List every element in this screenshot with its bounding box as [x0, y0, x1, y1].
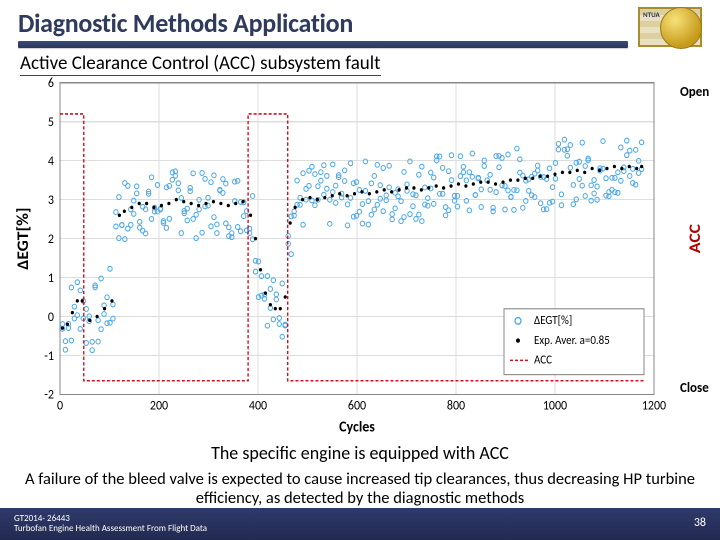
svg-text:5: 5 — [48, 115, 54, 131]
svg-text:600: 600 — [348, 398, 367, 414]
svg-text:ACC: ACC — [534, 353, 552, 368]
svg-text:1200: 1200 — [642, 398, 667, 414]
svg-text:ΔEGT[%]: ΔEGT[%] — [534, 314, 572, 329]
svg-text:200: 200 — [150, 398, 169, 414]
footer-line2: Turbofan Engine Health Assessment From F… — [14, 524, 694, 534]
svg-text:Close: Close — [680, 379, 709, 397]
svg-text:0: 0 — [48, 309, 55, 325]
footer: GT2014- 26443 Turbofan Engine Health Ass… — [0, 508, 720, 540]
svg-text:Open: Open — [680, 82, 709, 100]
body-text-2: A failure of the bleed valve is expected… — [0, 464, 720, 508]
page-number: 38 — [694, 517, 706, 530]
logo-text: NTUA — [643, 11, 660, 18]
svg-text:ACC: ACC — [685, 224, 705, 253]
svg-text:Cycles: Cycles — [339, 417, 375, 436]
svg-text:-1: -1 — [44, 348, 54, 364]
svg-text:0: 0 — [57, 398, 64, 414]
logo: NTUA — [638, 7, 702, 47]
svg-text:6: 6 — [48, 76, 54, 92]
svg-text:2: 2 — [48, 231, 54, 247]
svg-text:1: 1 — [48, 270, 54, 286]
svg-text:400: 400 — [249, 398, 268, 414]
body-text-1: The specific engine is equipped with ACC — [0, 438, 720, 464]
svg-text:-2: -2 — [44, 387, 54, 403]
subtitle: Active Clearance Control (ACC) subsystem… — [0, 50, 720, 74]
svg-text:Exp. Aver. a=0.85: Exp. Aver. a=0.85 — [534, 333, 610, 348]
page-title: Diagnostic Methods Application — [18, 7, 628, 39]
svg-text:800: 800 — [447, 398, 466, 414]
svg-text:ΔEGT[%]: ΔEGT[%] — [14, 207, 33, 269]
chart: 0 200 400 600 800 1000 1200 -2 -1 0 1 2 3 4 5 6 Cycles ΔE… — [14, 74, 714, 436]
svg-text:4: 4 — [48, 154, 55, 170]
svg-text:1000: 1000 — [543, 398, 568, 414]
svg-text:3: 3 — [48, 193, 54, 209]
header: Diagnostic Methods Application NTUA — [0, 0, 720, 50]
title-underline — [18, 41, 628, 48]
